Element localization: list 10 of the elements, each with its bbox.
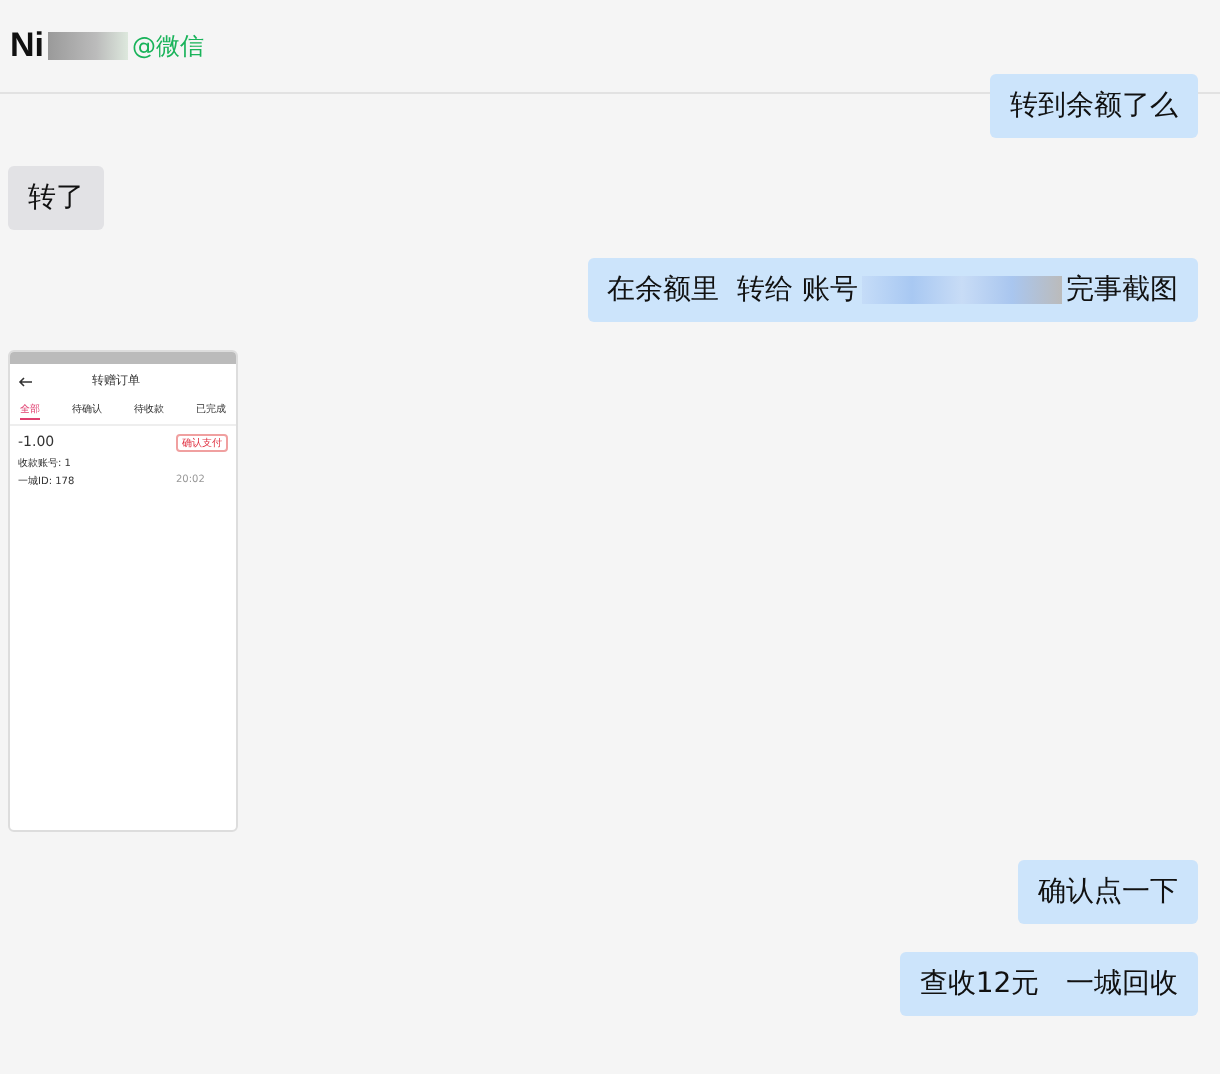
redaction-blur: [48, 32, 128, 60]
message-text: 完事截图: [1066, 272, 1178, 310]
message-text: 查收12元 一城回收: [919, 966, 1178, 1004]
message-text: 确认点一下: [1038, 874, 1178, 912]
back-arrow-icon[interactable]: [18, 375, 32, 387]
message-text: 转到余额了么: [1010, 88, 1178, 126]
message-text: 转了: [28, 180, 84, 218]
message-text: 在余额里 转给 账号: [607, 272, 858, 310]
contact-name: Ni: [10, 26, 44, 66]
source-label: @微信: [132, 29, 204, 63]
